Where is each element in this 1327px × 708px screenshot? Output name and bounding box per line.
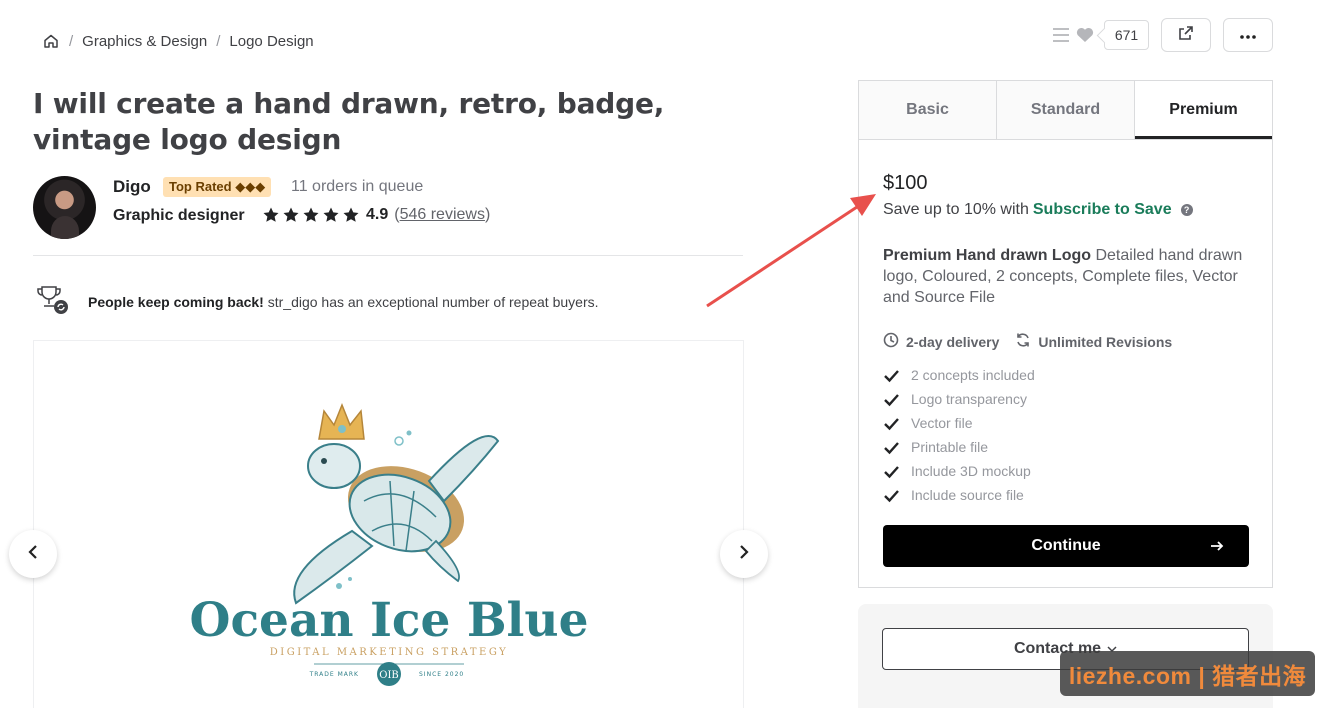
star-icon [302, 206, 320, 224]
breadcrumb-graphics-design[interactable]: Graphics & Design [82, 33, 207, 50]
package-meta: 2-day delivery Unlimited Revisions [883, 332, 1188, 351]
gig-image: Ocean Ice Blue DIGITAL MARKETING STRATEG… [190, 402, 589, 686]
save-text: Save up to 10% with [883, 201, 1029, 218]
star-icon [322, 206, 340, 224]
top-rated-badge: Top Rated ◆◆◆ [163, 177, 272, 197]
breadcrumb-separator: / [69, 32, 74, 50]
check-icon [883, 367, 900, 384]
orders-in-queue: 11 orders in queue [291, 178, 424, 195]
logo-title: Ocean Ice Blue [190, 593, 589, 648]
rating-score: 4.9 [366, 206, 389, 223]
clock-icon [883, 332, 899, 351]
package-panel: Basic Standard Premium $100 Save up to 1… [858, 80, 1273, 588]
logo-trademark: TRADE MARK [309, 671, 359, 678]
tab-premium[interactable]: Premium [1135, 81, 1272, 139]
home-icon[interactable] [42, 32, 60, 50]
chevron-right-icon [738, 544, 750, 565]
feature-item: Vector file [883, 411, 1035, 435]
refresh-icon [1015, 332, 1031, 351]
crown-illustration [318, 402, 365, 440]
trophy-icon [35, 284, 69, 319]
gig-gallery[interactable]: Ocean Ice Blue DIGITAL MARKETING STRATEG… [33, 340, 744, 708]
breadcrumb-logo-design[interactable]: Logo Design [229, 33, 313, 50]
gallery-next-button[interactable] [720, 530, 768, 578]
seller-level: Graphic designer [113, 207, 245, 224]
list-icon[interactable] [1052, 27, 1070, 43]
package-tabs: Basic Standard Premium [859, 81, 1272, 140]
share-icon [1178, 25, 1194, 46]
breadcrumb: / Graphics & Design / Logo Design [42, 30, 314, 52]
tab-standard[interactable]: Standard [997, 81, 1135, 139]
divider [33, 255, 743, 256]
feature-item: 2 concepts included [883, 363, 1035, 387]
star-icon [342, 206, 360, 224]
check-icon [883, 463, 900, 480]
check-icon [883, 391, 900, 408]
share-button[interactable] [1161, 18, 1211, 52]
package-description: Premium Hand drawn Logo Detailed hand dr… [883, 247, 1243, 306]
feature-list: 2 concepts included Logo transparency Ve… [883, 363, 1035, 507]
package-price: $100 [883, 172, 928, 194]
logo-subtitle: DIGITAL MARKETING STRATEGY [270, 647, 508, 658]
reviews-link[interactable]: (546 reviews) [394, 206, 490, 224]
continue-button[interactable]: Continue [883, 525, 1249, 567]
gig-title: I will create a hand drawn, retro, badge… [33, 87, 665, 156]
subscribe-to-save-link[interactable]: Subscribe to Save [1033, 201, 1172, 219]
star-icon [282, 206, 300, 224]
more-button[interactable] [1223, 18, 1273, 52]
star-icon [262, 206, 280, 224]
check-icon [883, 439, 900, 456]
logo-since: SINCE 2020 [419, 671, 464, 678]
help-icon[interactable]: ? [1180, 204, 1193, 216]
rating: 4.9 (546 reviews) [262, 206, 490, 224]
feature-item: Include 3D mockup [883, 459, 1035, 483]
continue-label: Continue [1031, 537, 1101, 554]
more-icon [1240, 26, 1256, 44]
repeat-buyers-note: People keep coming back! str_digo has an… [35, 284, 599, 319]
likes-count: 671 [1104, 20, 1149, 50]
check-icon [883, 415, 900, 432]
chevron-left-icon [27, 544, 39, 565]
watermark: liezhe.com | 猎者出海 [1060, 651, 1315, 696]
revisions-info: Unlimited Revisions [1015, 332, 1172, 351]
breadcrumb-separator: / [216, 32, 221, 50]
repeat-buyers-text: People keep coming back! str_digo has an… [88, 293, 599, 310]
heart-icon[interactable] [1076, 27, 1094, 43]
subscribe-save: Save up to 10% with Subscribe to Save ? [883, 201, 1193, 219]
logo-monogram: OIB [379, 670, 399, 681]
feature-item: Include source file [883, 483, 1035, 507]
gallery-prev-button[interactable] [9, 530, 57, 578]
seller-name[interactable]: Digo [113, 177, 151, 197]
feature-item: Printable file [883, 435, 1035, 459]
feature-item: Logo transparency [883, 387, 1035, 411]
check-icon [883, 487, 900, 504]
delivery-info: 2-day delivery [883, 332, 999, 351]
gig-actions: 671 [1052, 18, 1273, 52]
turtle-illustration [293, 430, 500, 605]
arrow-right-icon [1209, 538, 1225, 559]
tab-basic[interactable]: Basic [859, 81, 997, 139]
avatar[interactable] [33, 176, 96, 239]
collect-group[interactable]: 671 [1052, 20, 1149, 50]
